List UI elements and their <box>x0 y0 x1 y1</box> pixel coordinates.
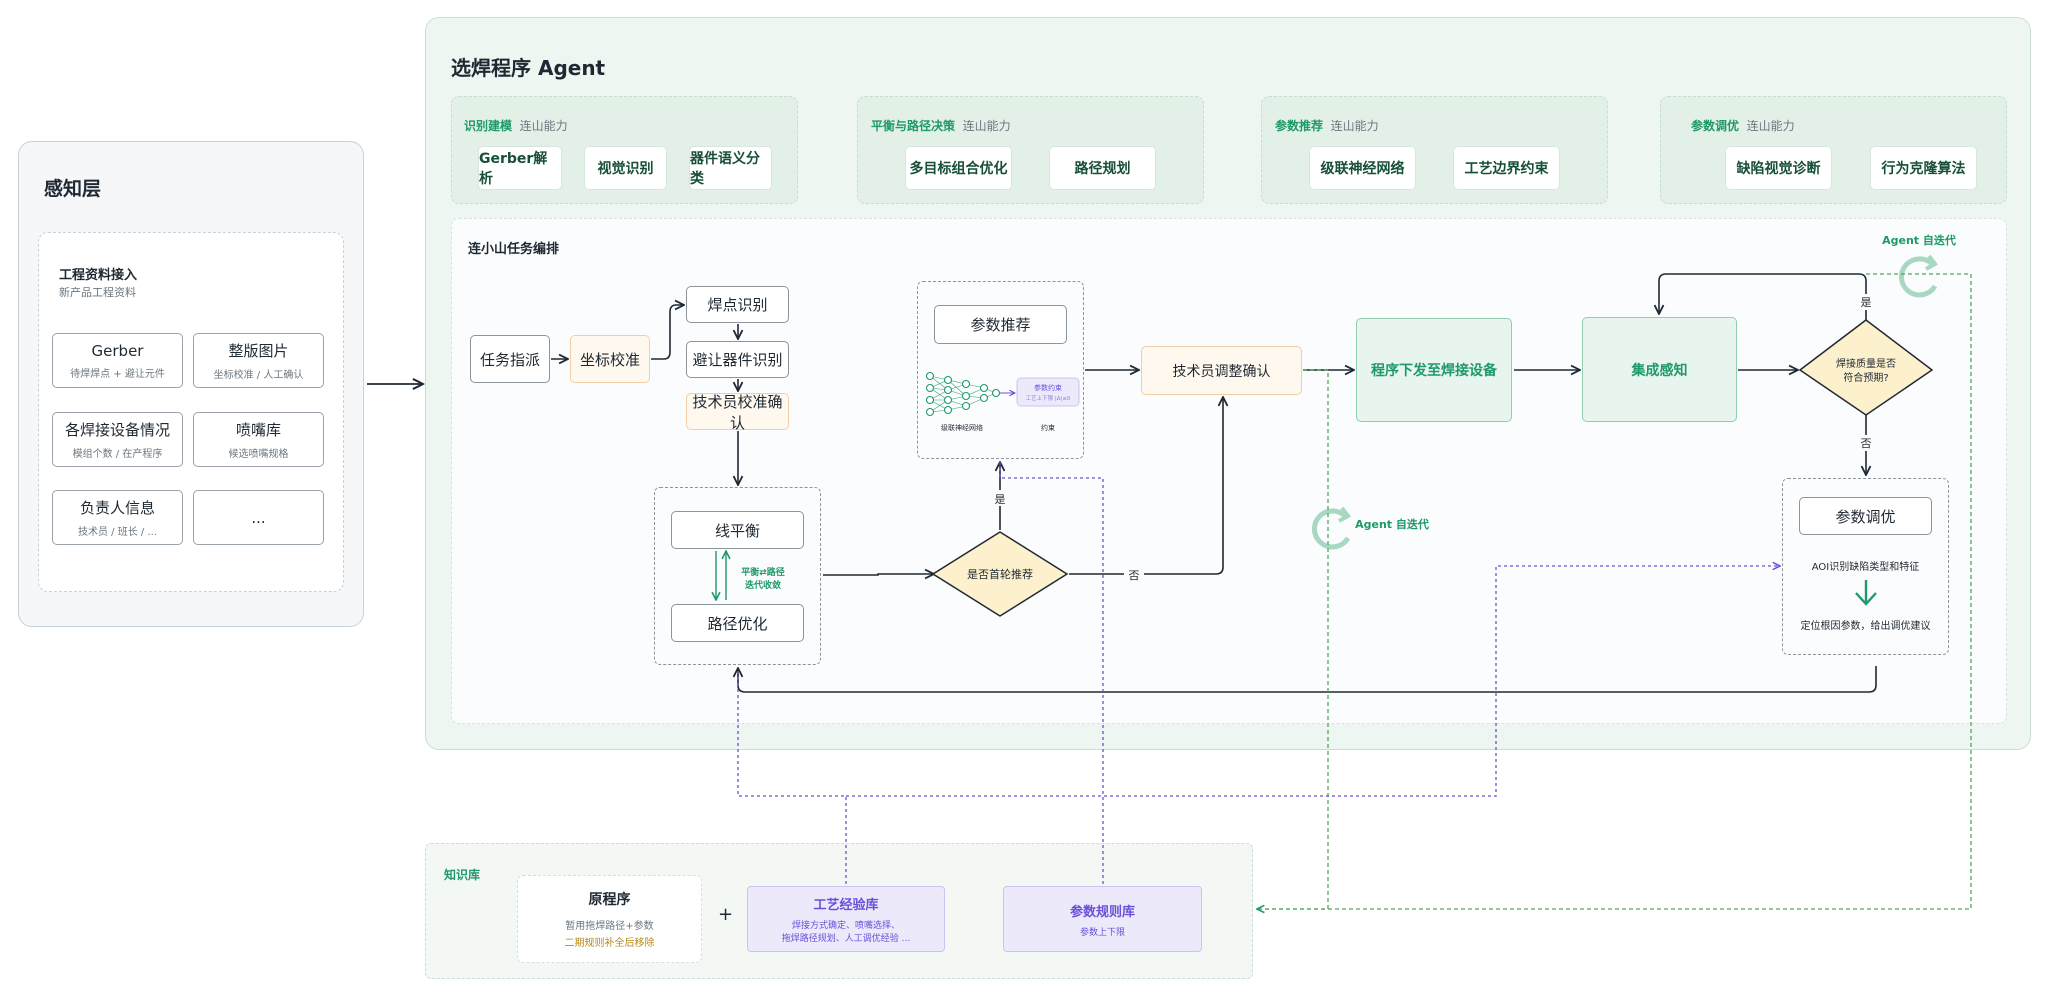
intake-card-more: ... <box>193 490 324 545</box>
kb-original-program: 原程序 暂用拖焊路径+参数 二期规则补全后移除 <box>517 875 702 963</box>
knowledge-title: 知识库 <box>444 868 481 882</box>
perception-title: 感知层 <box>44 178 102 200</box>
balance-note-line1: 平衡⇄路径 <box>741 568 785 578</box>
orchestration-title: 连小山任务编排 <box>468 242 560 257</box>
chip-component-semantic: 器件语义分类 <box>689 146 772 190</box>
kb-process-title: 工艺经验库 <box>813 898 879 913</box>
card-title: Gerber <box>91 341 144 360</box>
kb-param-title: 参数规则库 <box>1069 904 1135 920</box>
kb-original-title: 原程序 <box>588 892 631 908</box>
capability-tag: 连山能力 <box>1330 119 1379 133</box>
capability-header: 识别建模 连山能力 <box>464 117 568 134</box>
capability-header: 平衡与路径决策 连山能力 <box>871 117 1011 134</box>
node-tech-calib-confirm: 技术员校准确认 <box>686 393 789 432</box>
node-coord-calib: 坐标校准 <box>570 335 650 383</box>
card-subtitle: 坐标校准 / 人工确认 <box>213 370 304 381</box>
node-param-tune: 参数调优 <box>1799 497 1932 535</box>
card-subtitle: 模组个数 / 在产程序 <box>72 449 163 460</box>
capability-name: 识别建模 <box>464 119 513 133</box>
capability-name: 参数推荐 <box>1275 119 1324 133</box>
intake-card-nozzle-lib: 喷嘴库 候选喷嘴规格 <box>193 412 324 467</box>
kb-param-rules: 参数规则库 参数上下限 <box>1003 886 1202 952</box>
node-avoid-part: 避让器件识别 <box>686 341 789 378</box>
card-subtitle: 候选喷嘴规格 <box>228 449 289 460</box>
node-line-balance: 线平衡 <box>671 511 804 549</box>
kb-process-sub1: 焊接方式确定、喷嘴选择、 <box>791 921 900 931</box>
balance-note: 平衡⇄路径 迭代收敛 <box>730 567 796 593</box>
kb-param-sub: 参数上下限 <box>1079 927 1125 938</box>
kb-process-sub2: 拖焊路径规划、人工调优经验 ... <box>781 934 911 944</box>
intake-card-board-image: 整版图片 坐标校准 / 人工确认 <box>193 333 324 388</box>
chip-multi-objective: 多目标组合优化 <box>905 146 1012 190</box>
kb-process-exp: 工艺经验库 焊接方式确定、喷嘴选择、 拖焊路径规划、人工调优经验 ... <box>747 886 945 952</box>
capability-name: 平衡与路径决策 <box>871 119 956 133</box>
intake-card-owner: 负责人信息 技术员 / 班长 / ... <box>52 490 183 545</box>
node-param-rec: 参数推荐 <box>934 305 1067 344</box>
intake-card-gerber: Gerber 待焊焊点 + 避让元件 <box>52 333 183 388</box>
card-title: 喷嘴库 <box>235 421 281 439</box>
capability-header: 参数推荐 连山能力 <box>1275 117 1379 134</box>
intake-card-equipment: 各焊接设备情况 模组个数 / 在产程序 <box>52 412 183 467</box>
chip-path-planning: 路径规划 <box>1049 146 1156 190</box>
node-dispatch: 程序下发至焊接设备 <box>1356 318 1512 422</box>
agent-title: 选焊程序 Agent <box>451 56 606 80</box>
capability-header: 参数调优 连山能力 <box>1691 117 1795 134</box>
node-path-opt: 路径优化 <box>671 604 804 642</box>
capability-tag: 连山能力 <box>962 119 1011 133</box>
kb-original-sub: 暂用拖焊路径+参数 <box>565 921 654 932</box>
card-title: 整版图片 <box>228 342 289 360</box>
chip-process-bound: 工艺边界约束 <box>1453 146 1560 190</box>
card-title: 各焊接设备情况 <box>64 421 170 439</box>
node-tech-adjust: 技术员调整确认 <box>1141 346 1302 395</box>
card-title: 负责人信息 <box>79 499 155 517</box>
chip-gerber-parse: Gerber解析 <box>478 146 562 190</box>
card-subtitle: 待焊焊点 + 避让元件 <box>70 368 165 380</box>
chip-defect-vision: 缺陷视觉诊断 <box>1725 146 1832 190</box>
node-sensing: 集成感知 <box>1582 317 1737 422</box>
chip-behavior-clone: 行为克隆算法 <box>1870 146 1977 190</box>
intake-subtitle: 新产品工程资料 <box>59 286 136 299</box>
chip-cascade-nn: 级联神经网络 <box>1309 146 1416 190</box>
card-subtitle: 技术员 / 班长 / ... <box>78 527 157 538</box>
node-solder-point: 焊点识别 <box>686 286 789 323</box>
kb-plus: + <box>718 904 734 925</box>
capability-tag: 连山能力 <box>1746 119 1795 133</box>
card-title: ... <box>251 508 266 527</box>
chip-vision: 视觉识别 <box>584 146 667 190</box>
kb-original-note: 二期规则补全后移除 <box>564 938 655 949</box>
capability-name: 参数调优 <box>1691 119 1740 133</box>
balance-note-line2: 迭代收敛 <box>744 581 781 591</box>
node-task-assign: 任务指派 <box>470 335 550 383</box>
intake-title: 工程资料接入 <box>59 268 138 283</box>
root-cause-text: 定位根因参数，给出调优建议 <box>1800 621 1931 632</box>
capability-tag: 连山能力 <box>519 119 568 133</box>
aoi-text: AOI识别缺陷类型和特征 <box>1811 562 1920 573</box>
